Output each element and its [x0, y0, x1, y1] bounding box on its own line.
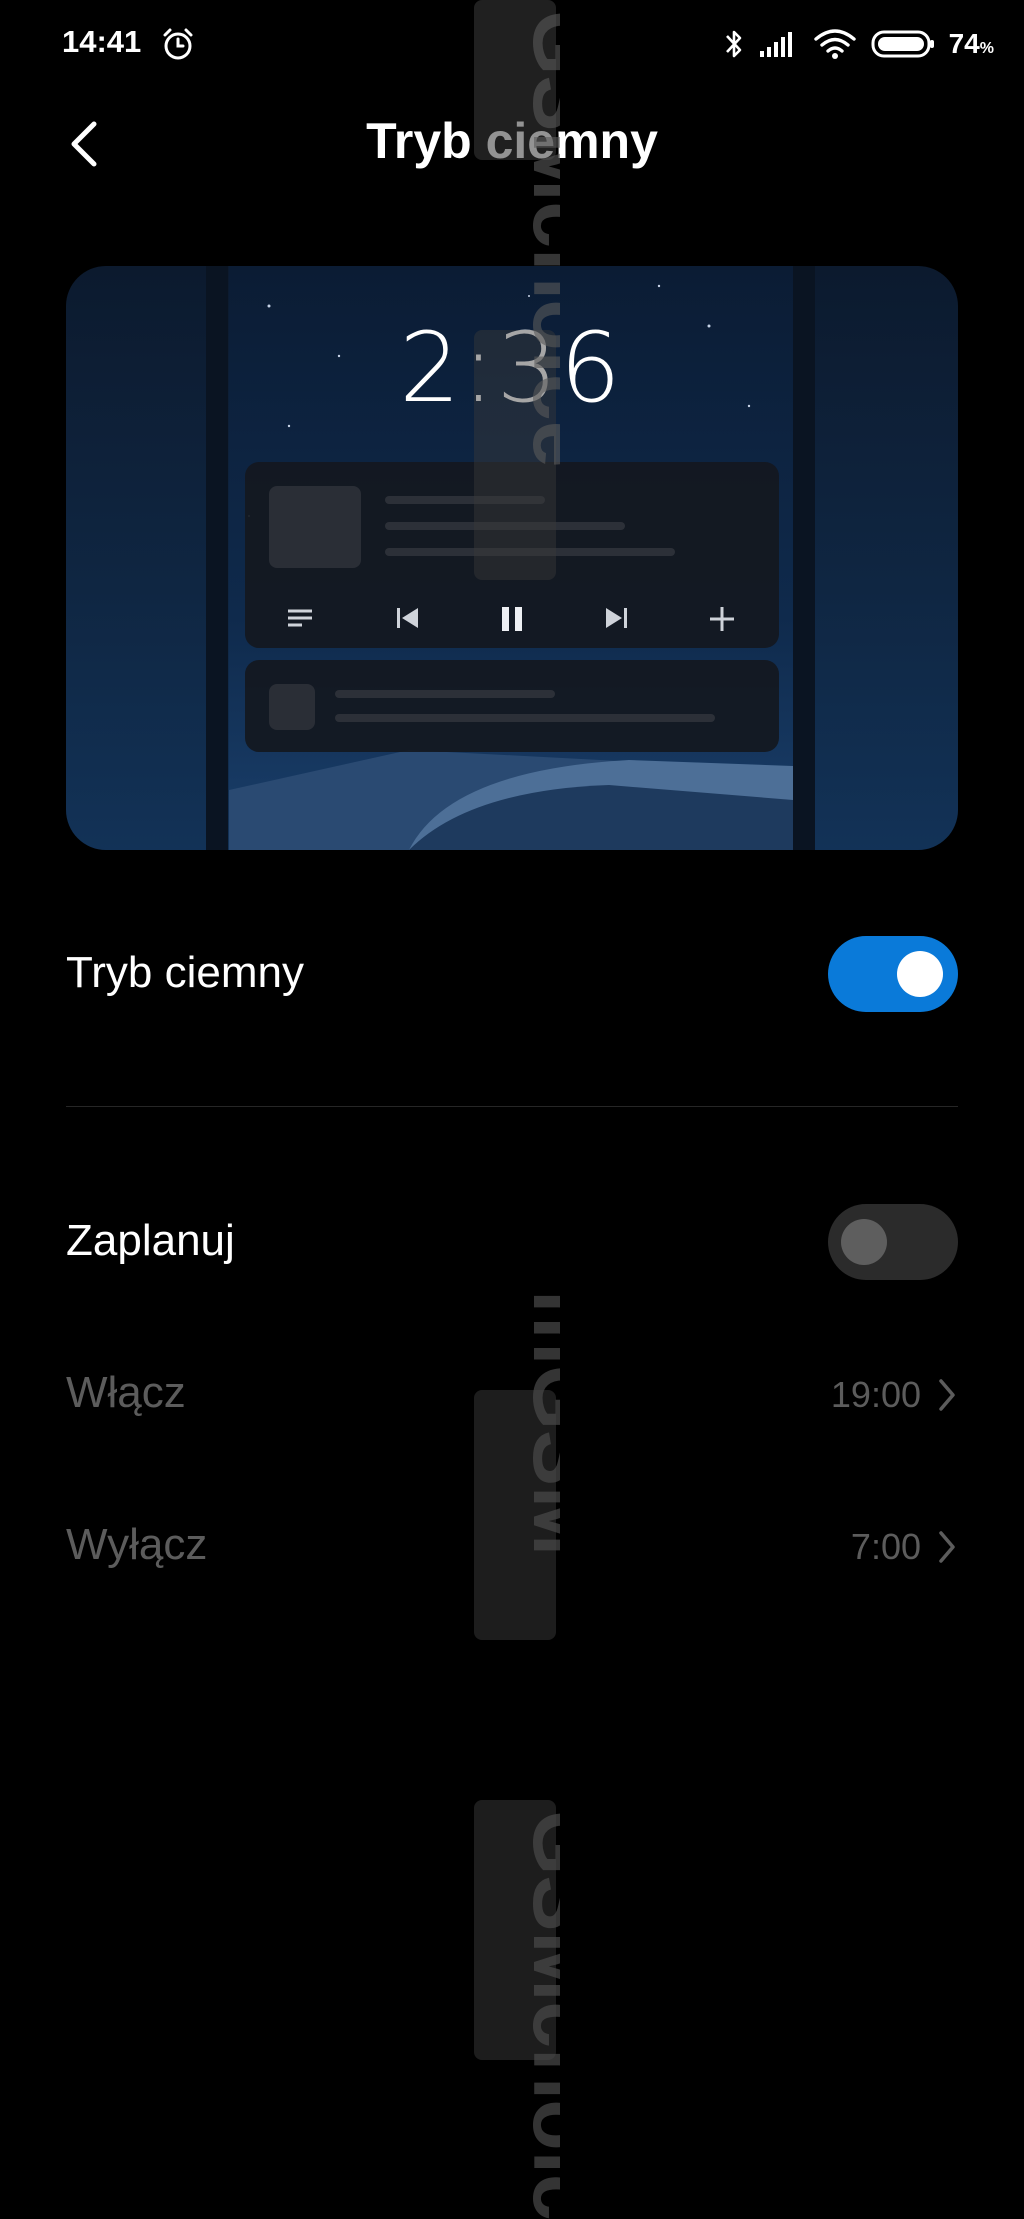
- bluetooth-icon: [725, 30, 741, 58]
- watermark-mgsm: mGSM: [474, 1290, 560, 1640]
- chevron-right-icon: [939, 1379, 955, 1411]
- page-title: Tryb ciemny: [366, 113, 658, 169]
- battery-level: 74%: [948, 28, 994, 59]
- turn-off-label: Wyłącz: [66, 1520, 208, 1569]
- media-notification: [245, 462, 779, 648]
- media-controls: [245, 600, 779, 640]
- watermark-gsmchoice-bottom: GSMchoice: [474, 1800, 560, 2219]
- svg-text:mGSM: mGSM: [516, 1290, 560, 1556]
- toggle-knob: [841, 1219, 887, 1265]
- dark-mode-preview: 2:36: [66, 266, 958, 850]
- phone-frame-right: [793, 266, 815, 850]
- chevron-right-icon: [939, 1531, 955, 1563]
- preview-lock-screen: 2:36: [229, 266, 793, 850]
- add-icon: [710, 607, 734, 631]
- album-thumbnail: [269, 486, 361, 568]
- dark-mode-label: Tryb ciemny: [66, 948, 304, 997]
- toggle-knob: [897, 951, 943, 997]
- preview-clock: 2:36: [399, 312, 623, 424]
- alarm-clock-icon: [163, 28, 193, 60]
- schedule-label: Zaplanuj: [66, 1216, 235, 1265]
- pause-icon: [502, 607, 522, 631]
- status-icons: 74%: [723, 22, 994, 66]
- phone-frame-left: [206, 266, 228, 850]
- next-track-icon: [606, 608, 627, 628]
- playlist-icon: [288, 609, 312, 627]
- svg-text:GSMchoice: GSMchoice: [516, 1810, 560, 2219]
- dark-mode-toggle[interactable]: [828, 936, 958, 1012]
- wifi-icon: [813, 29, 856, 59]
- battery-icon: [871, 30, 934, 58]
- turn-on-label: Włącz: [66, 1368, 186, 1417]
- previous-track-icon: [397, 608, 418, 628]
- turn-on-time: 19:00: [830, 1374, 921, 1415]
- divider: [66, 1106, 958, 1107]
- cellular-signal-icon: [759, 32, 792, 57]
- secondary-notification: [245, 660, 779, 752]
- status-time: 14:41: [62, 24, 142, 59]
- schedule-toggle[interactable]: [828, 1204, 958, 1280]
- status-bar: 14:41 74%: [0, 0, 1024, 90]
- turn-off-time: 7:00: [850, 1526, 921, 1567]
